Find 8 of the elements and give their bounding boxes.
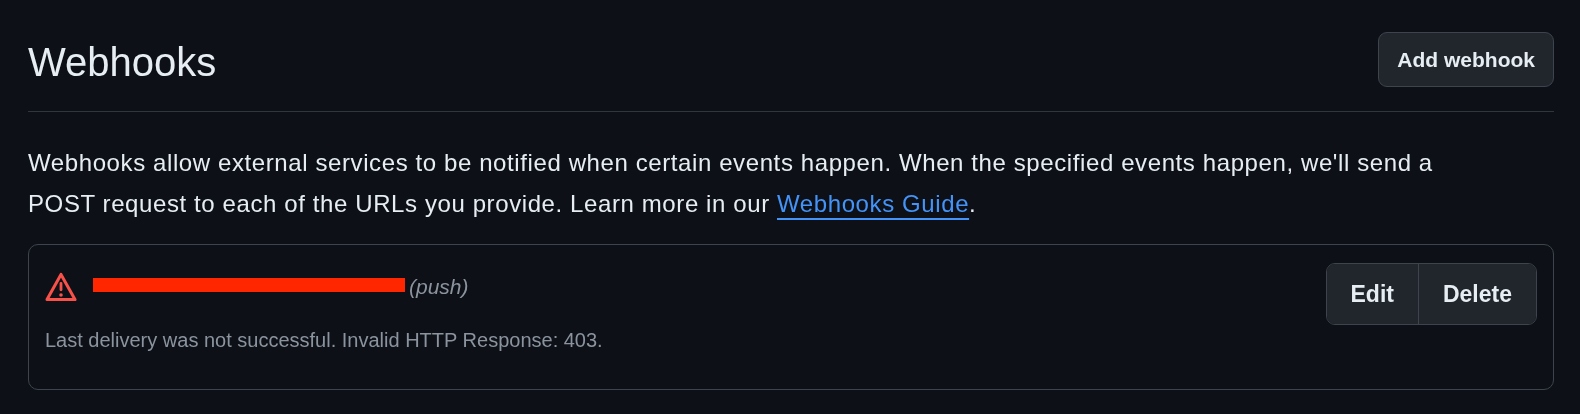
edit-button[interactable]: Edit xyxy=(1326,264,1418,324)
webhook-events: (push) xyxy=(409,274,469,300)
add-webhook-button[interactable]: Add webhook xyxy=(1378,32,1554,87)
delivery-status-text: Last delivery was not successful. Invalid HTTP Response: 403. xyxy=(45,327,603,353)
intro-paragraph: Webhooks allow external services to be notified when certain events happen. When the specified events happen, we'll send a POST request to each of the URLs you provide. Learn more in our Webhooks Guide. xyxy=(28,148,1434,219)
page-title: Webhooks xyxy=(28,38,217,86)
delete-button[interactable]: Delete xyxy=(1417,264,1536,324)
webhooks-guide-link[interactable]: Webhooks Guide xyxy=(777,190,970,217)
